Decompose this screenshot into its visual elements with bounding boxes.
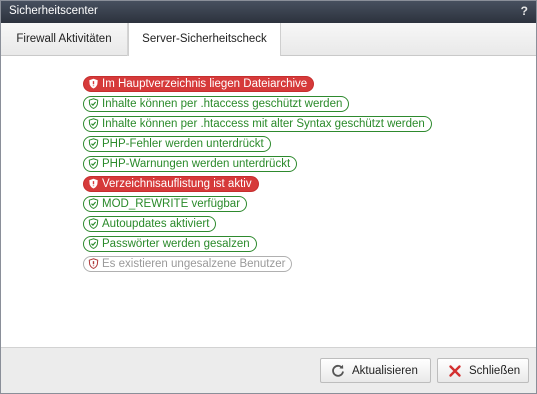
- shield-check-icon: [88, 238, 99, 249]
- tab-bar: Firewall Aktivitäten Server-Sicherheitsc…: [1, 23, 536, 57]
- check-row: Inhalte können per .htaccess mit alter S…: [83, 116, 432, 136]
- check-item-ok: Autoupdates aktiviert: [83, 216, 217, 232]
- check-item-ok: PHP-Fehler werden unterdrückt: [83, 136, 271, 152]
- check-label: MOD_REWRITE verfügbar: [102, 198, 241, 210]
- check-row: PHP-Fehler werden unterdrückt: [83, 136, 432, 156]
- shield-check-icon: [88, 138, 99, 149]
- close-icon: [449, 365, 461, 377]
- check-label: Verzeichnisauflistung ist aktiv: [102, 178, 252, 190]
- check-row: PHP-Warnungen werden unterdrückt: [83, 156, 432, 176]
- check-item-ok: Inhalte können per .htaccess geschützt w…: [83, 96, 350, 112]
- check-label: Passwörter werden gesalzen: [102, 238, 250, 250]
- tab-server-security-check[interactable]: Server-Sicherheitscheck: [128, 23, 281, 57]
- refresh-button[interactable]: Aktualisieren: [320, 358, 431, 383]
- titlebar[interactable]: Sicherheitscenter ?: [1, 1, 536, 23]
- check-row: Es existieren ungesalzene Benutzer: [83, 256, 432, 276]
- check-row: Inhalte können per .htaccess geschützt w…: [83, 96, 432, 116]
- check-list: Im Hauptverzeichnis liegen Dateiarchive I…: [83, 76, 432, 276]
- check-row: Autoupdates aktiviert: [83, 216, 432, 236]
- check-row: MOD_REWRITE verfügbar: [83, 196, 432, 216]
- check-row: Passwörter werden gesalzen: [83, 236, 432, 256]
- checks-panel: Im Hauptverzeichnis liegen Dateiarchive I…: [1, 56, 536, 347]
- check-label: Autoupdates aktiviert: [102, 218, 210, 230]
- tab-firewall-activities[interactable]: Firewall Aktivitäten: [1, 23, 128, 56]
- shield-alert-icon: [89, 178, 98, 189]
- check-label: Inhalte können per .htaccess geschützt w…: [102, 98, 343, 110]
- shield-check-icon: [88, 98, 99, 109]
- window-title: Sicherheitscenter: [9, 5, 98, 17]
- check-label: Im Hauptverzeichnis liegen Dateiarchive: [102, 78, 308, 90]
- check-label: PHP-Fehler werden unterdrückt: [102, 138, 264, 150]
- check-label: PHP-Warnungen werden unterdrückt: [102, 158, 291, 170]
- security-center-dialog: Sicherheitscenter ? Firewall Aktivitäten…: [0, 0, 537, 394]
- close-button[interactable]: Schließen: [437, 358, 529, 383]
- check-item-inactive: Es existieren ungesalzene Benutzer: [83, 256, 293, 272]
- refresh-icon: [332, 364, 344, 377]
- shield-check-icon: [88, 198, 99, 209]
- check-label: Inhalte können per .htaccess mit alter S…: [102, 118, 425, 130]
- check-item-ok: Inhalte können per .htaccess mit alter S…: [83, 116, 432, 132]
- check-item-bad: Verzeichnisauflistung ist aktiv: [83, 176, 259, 192]
- check-item-ok: Passwörter werden gesalzen: [83, 236, 257, 252]
- check-label: Es existieren ungesalzene Benutzer: [102, 258, 286, 270]
- check-item-ok: MOD_REWRITE verfügbar: [83, 196, 248, 212]
- shield-check-icon: [88, 158, 99, 169]
- shield-check-icon: [88, 118, 99, 129]
- shield-check-icon: [88, 218, 99, 229]
- shield-alert-icon: [88, 258, 99, 269]
- close-button-label: Schließen: [469, 365, 521, 377]
- footer: Aktualisieren Schließen: [1, 347, 536, 393]
- check-item-bad: Im Hauptverzeichnis liegen Dateiarchive: [83, 76, 315, 92]
- check-row: Verzeichnisauflistung ist aktiv: [83, 176, 432, 196]
- shield-alert-icon: [89, 78, 98, 89]
- check-row: Im Hauptverzeichnis liegen Dateiarchive: [83, 76, 432, 96]
- refresh-button-label: Aktualisieren: [352, 365, 418, 377]
- help-button[interactable]: ?: [521, 4, 528, 18]
- check-item-ok: PHP-Warnungen werden unterdrückt: [83, 156, 298, 172]
